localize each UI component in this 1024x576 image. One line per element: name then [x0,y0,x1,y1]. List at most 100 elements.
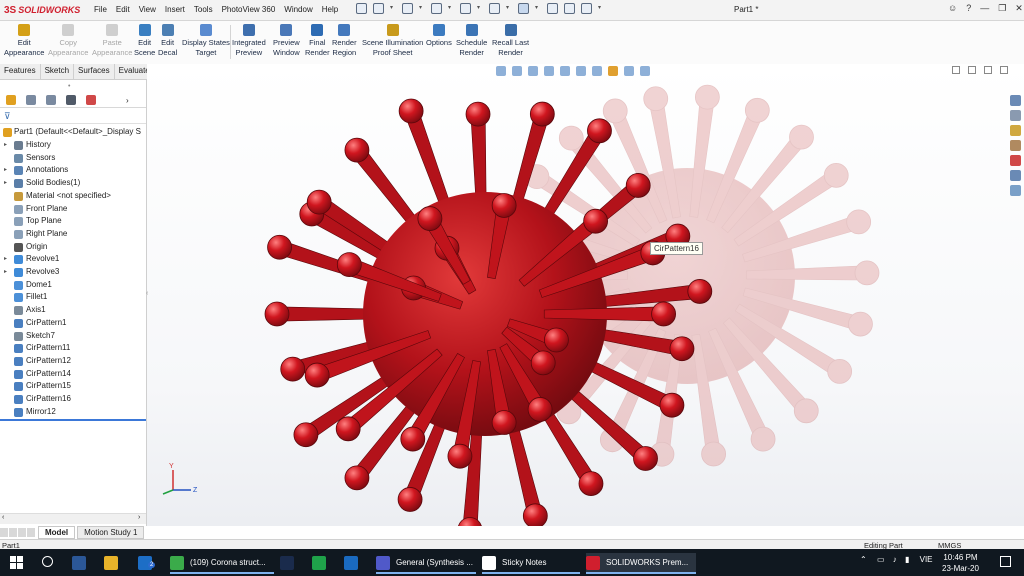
ribbon-edit-appearance-button[interactable]: Edit Appearance [4,24,44,57]
expand-arrow-icon[interactable]: ▸ [4,266,7,278]
print-icon[interactable] [460,3,471,14]
tab-model[interactable]: Model [38,526,76,539]
windows-start-icon[interactable] [10,556,23,569]
chevron-down-icon[interactable]: ▾ [477,3,483,14]
last-tab-icon[interactable] [27,528,35,537]
taskbar-solidworks-button[interactable]: SOLIDWORKS Prem... [586,553,696,574]
tree-filter[interactable]: ⊽ [0,110,146,124]
ribbon-edit-decal-button[interactable]: Edit Decal [158,24,177,57]
design-library-icon[interactable] [1010,110,1021,121]
chevron-down-icon[interactable]: ▾ [390,3,396,14]
taskbar-chrome-button[interactable]: (109) Corona struct... [170,553,274,574]
tab-motion-study-1[interactable]: Motion Study 1 [77,526,145,539]
taskbar-file-explorer-button[interactable] [104,553,128,572]
menu-file[interactable]: File [94,5,107,14]
show-hidden-icons-icon[interactable]: ⌃ [860,555,867,564]
chevron-down-icon[interactable]: ▾ [419,3,425,14]
open-folder-icon[interactable] [402,3,413,14]
scroll-right-icon[interactable]: › [138,514,140,521]
ribbon-edit-scene-button[interactable]: Edit Scene [134,24,155,57]
solidworks-logo[interactable]: 3S SOLIDWORKS [4,3,80,17]
menu-insert[interactable]: Insert [165,5,185,14]
previous-view-icon[interactable] [528,66,538,76]
zoom-to-fit-icon[interactable] [496,66,506,76]
configuration-manager-icon[interactable] [46,95,56,105]
chevron-right-icon[interactable]: › [126,96,129,105]
display-style-icon[interactable] [576,66,586,76]
home-icon[interactable] [356,3,367,14]
menu-view[interactable]: View [139,5,156,14]
expand-arrow-icon[interactable]: ▸ [4,164,7,176]
menu-window[interactable]: Window [284,5,312,14]
file-explorer-pane-icon[interactable] [1010,125,1021,136]
prev-tab-icon[interactable] [9,528,17,537]
hide-show-items-icon[interactable] [592,66,602,76]
virus-model-render[interactable]: Y Z [147,64,1024,526]
clock[interactable]: 10:46 PM 23-Mar-20 [942,552,979,574]
taskbar-sticky-notes-button[interactable]: Sticky Notes [482,553,580,574]
chevron-down-icon[interactable]: ▾ [506,3,512,14]
taskbar-outlook-button[interactable] [344,553,368,572]
dimxpert-icon[interactable] [66,95,76,105]
property-manager-icon[interactable] [26,95,36,105]
menu-edit[interactable]: Edit [116,5,130,14]
file-properties-icon[interactable] [564,3,575,14]
menu-photoview-360[interactable]: PhotoView 360 [222,5,276,14]
chevron-down-icon[interactable]: ▾ [448,3,454,14]
chevron-down-icon[interactable]: ▾ [535,3,541,14]
ribbon-options-button[interactable]: Options [426,24,452,48]
next-tab-icon[interactable] [18,528,26,537]
forum-icon[interactable] [1010,185,1021,196]
ribbon-preview-window-button[interactable]: Preview Window [273,24,300,57]
tab-sketch[interactable]: Sketch [41,64,75,79]
ribbon-scene-illumination-proof-sheet-button[interactable]: Scene Illumination Proof Sheet [362,24,423,57]
appearances-icon[interactable] [1010,155,1021,166]
taskbar-camtasia-button[interactable] [312,553,336,572]
ribbon-schedule-render-button[interactable]: Schedule Render [456,24,487,57]
ribbon-display-states-target-button[interactable]: Display States Target [182,24,230,57]
menu-tools[interactable]: Tools [194,5,213,14]
edit-appearance-icon[interactable] [608,66,618,76]
gear-icon[interactable] [581,3,592,14]
view-palette-icon[interactable] [1010,140,1021,151]
ribbon-render-region-button[interactable]: Render Region [332,24,357,57]
expand-arrow-icon[interactable]: ▸ [4,139,7,151]
view-settings-icon[interactable] [640,66,650,76]
action-center-icon[interactable] [1000,556,1011,567]
ribbon-recall-last-render-button[interactable]: Recall Last Render [492,24,529,57]
tab-features[interactable]: Features [0,64,41,79]
filter-icon[interactable]: ⊽ [4,111,11,122]
panel-grip-icon[interactable]: • [68,83,70,90]
tile-doc-icon[interactable] [968,66,976,74]
user-icon[interactable]: ☺ [948,3,957,14]
volume-icon[interactable]: ♪ [893,555,897,564]
expand-arrow-icon[interactable]: ▸ [4,253,7,265]
section-view-icon[interactable] [544,66,554,76]
language-indicator[interactable]: VIE [920,555,933,564]
zoom-area-icon[interactable] [512,66,522,76]
display-manager-icon[interactable] [86,95,96,105]
search-icon[interactable] [42,556,53,567]
chevron-down-icon[interactable]: ▾ [598,3,604,14]
restore-button[interactable]: ❐ [998,3,1006,14]
ribbon-final-render-button[interactable]: Final Render [305,24,330,57]
tab-surfaces[interactable]: Surfaces [74,64,115,79]
new-document-icon[interactable] [373,3,384,14]
panel-collapse-handle[interactable]: ‹ [146,290,148,297]
feature-manager-icon[interactable] [6,95,16,105]
close-button[interactable]: ✕ [1015,3,1023,14]
rebuild-icon[interactable] [547,3,558,14]
network-icon[interactable]: ▭ [877,555,885,564]
maximize-doc-icon[interactable] [984,66,992,74]
undo-icon[interactable] [489,3,500,14]
ribbon-integrated-preview-button[interactable]: Integrated Preview [232,24,266,57]
expand-arrow-icon[interactable]: ▸ [4,177,7,189]
taskbar-photoshop-button[interactable] [280,553,304,572]
select-arrow-icon[interactable] [518,3,529,14]
graphics-viewport[interactable]: Y Z [147,64,1024,526]
first-tab-icon[interactable] [0,528,8,537]
help-icon[interactable]: ? [966,3,971,14]
taskbar-word-button[interactable] [72,553,96,572]
solidworks-resources-icon[interactable] [1010,95,1021,106]
battery-icon[interactable]: ▮ [905,555,909,564]
